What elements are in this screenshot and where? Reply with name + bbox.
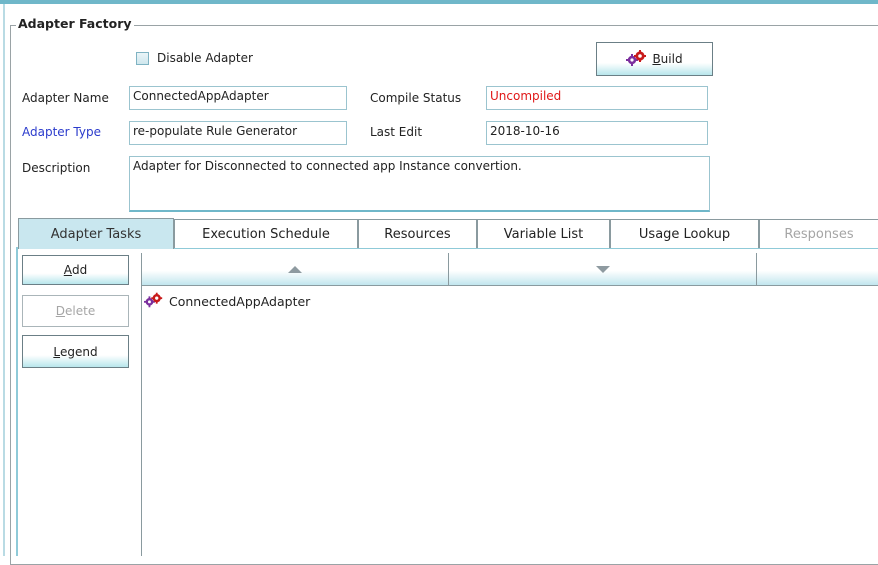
tab-variable-list[interactable]: Variable List	[477, 219, 610, 248]
outer-left-border	[3, 4, 5, 556]
build-button[interactable]: Build	[596, 42, 713, 76]
top-accent-line	[0, 0, 878, 4]
move-up-header-button[interactable]	[142, 253, 449, 286]
last-edit-label: Last Edit	[370, 125, 423, 139]
tab-execution-schedule[interactable]: Execution Schedule	[174, 219, 358, 248]
tree-item-label: ConnectedAppAdapter	[169, 294, 311, 309]
description-label: Description	[22, 161, 91, 175]
add-button[interactable]: Add	[22, 255, 129, 285]
gears-icon	[144, 292, 164, 311]
compile-status-label: Compile Status	[370, 91, 462, 105]
move-down-header-button[interactable]	[449, 253, 757, 286]
tree-item-connectedappadapter[interactable]: ConnectedAppAdapter	[144, 292, 310, 311]
adapter-type-label[interactable]: Adapter Type	[22, 125, 101, 139]
triangle-up-icon	[288, 265, 302, 273]
adapter-name-label: Adapter Name	[22, 91, 109, 105]
description-field[interactable]: Adapter for Disconnected to connected ap…	[129, 156, 710, 212]
disable-adapter-checkbox[interactable]	[136, 52, 149, 65]
gears-icon	[626, 49, 648, 69]
tab-resources[interactable]: Resources	[358, 219, 477, 248]
adapter-name-field[interactable]: ConnectedAppAdapter	[129, 86, 347, 110]
tab-adapter-tasks[interactable]: Adapter Tasks	[18, 218, 174, 249]
delete-button: Delete	[22, 295, 129, 327]
disable-adapter-label: Disable Adapter	[157, 51, 253, 65]
triangle-down-icon	[595, 265, 610, 273]
build-button-label: Build	[652, 52, 683, 66]
section-title: Adapter Factory	[16, 16, 134, 31]
tab-responses: Responses	[759, 219, 878, 248]
compile-status-field: Uncompiled	[486, 86, 708, 110]
tree-header-extra	[757, 253, 878, 286]
adapter-type-field: re-populate Rule Generator	[129, 121, 347, 145]
legend-button[interactable]: Legend	[22, 335, 129, 368]
tab-usage-lookup[interactable]: Usage Lookup	[610, 219, 759, 248]
last-edit-field: 2018-10-16	[486, 121, 708, 145]
tab-panel-left-border	[16, 249, 18, 556]
